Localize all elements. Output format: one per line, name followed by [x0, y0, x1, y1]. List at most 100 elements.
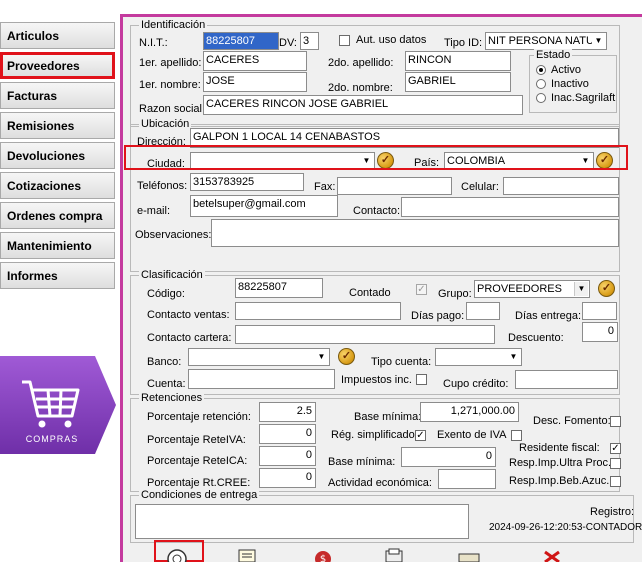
apellido1-label: 1er. apellido:	[139, 57, 202, 69]
menu-mantenimiento[interactable]: Mantenimiento	[0, 232, 115, 259]
resp-beb-azuc-label: Resp.Imp.Beb.Azuc.	[509, 475, 610, 487]
base-minima2-field[interactable]: 0	[401, 447, 496, 467]
estado-sagrilaft-radio[interactable]	[536, 93, 546, 103]
email-field[interactable]: betelsuper@gmail.com	[190, 195, 338, 217]
menu-facturas[interactable]: Facturas	[0, 82, 115, 109]
porcentaje-reteica-field[interactable]: 0	[259, 446, 316, 466]
chevron-down-icon: ▼	[507, 350, 520, 364]
identificacion-title: Identificación	[139, 19, 208, 31]
chevron-down-icon: ▼	[592, 34, 605, 48]
estado-sagrilaft-label: Inac.Sagrilaft	[551, 92, 616, 104]
apellido1-field[interactable]: CACERES	[203, 51, 307, 71]
observaciones-field[interactable]	[211, 219, 619, 247]
descuento-field[interactable]: 0	[582, 322, 618, 342]
grupo-value: PROVEEDORES	[477, 283, 562, 295]
telefonos-field[interactable]: 3153783925	[190, 173, 304, 191]
tipoid-label: Tipo ID:	[444, 37, 483, 49]
print-icon[interactable]	[383, 546, 405, 562]
money-icon[interactable]: $	[312, 546, 334, 562]
porcentaje-cree-field[interactable]: 0	[259, 468, 316, 488]
retenciones-title: Retenciones	[139, 392, 205, 404]
retenciones-group: Retenciones Porcentaje retención: 2.5 Ba…	[130, 392, 621, 492]
fax-field[interactable]	[337, 177, 452, 195]
estado-inactivo-radio[interactable]	[536, 79, 546, 89]
porcentaje-reteiva-label: Porcentaje ReteIVA:	[147, 434, 246, 446]
contacto-label: Contacto:	[353, 205, 401, 217]
menu-cotizaciones[interactable]: Cotizaciones	[0, 172, 115, 199]
menu-informes[interactable]: Informes	[0, 262, 115, 289]
calendar-icon[interactable]	[458, 546, 480, 562]
save-icon[interactable]	[166, 546, 188, 562]
aut-uso-datos-checkbox[interactable]	[339, 35, 350, 46]
compras-module-button[interactable]: COMPRAS	[0, 356, 116, 454]
banco-select[interactable]: ▼	[188, 348, 330, 366]
menu-devoluciones[interactable]: Devoluciones	[0, 142, 115, 169]
condiciones-field[interactable]	[135, 504, 469, 539]
ubicacion-title: Ubicación	[139, 118, 192, 130]
grupo-lookup-icon[interactable]: ✓	[598, 280, 615, 297]
chevron-down-icon: ▼	[574, 282, 588, 296]
celular-label: Celular:	[461, 181, 499, 193]
actividad-economica-field[interactable]	[438, 469, 496, 489]
codigo-field[interactable]: 88225807	[235, 278, 323, 298]
tipo-cuenta-select[interactable]: ▼	[435, 348, 522, 366]
close-icon[interactable]	[541, 546, 563, 562]
cuenta-field[interactable]	[188, 369, 335, 389]
reg-simplificado-checkbox[interactable]: ✓	[415, 430, 426, 441]
desc-fomento-checkbox[interactable]	[610, 416, 621, 427]
exento-iva-label: Exento de IVA	[437, 429, 507, 441]
condiciones-title: Condiciones de entrega	[139, 489, 260, 501]
dias-pago-field[interactable]	[466, 302, 500, 320]
contacto-cartera-label: Contacto cartera:	[147, 332, 232, 344]
compras-label: COMPRAS	[25, 434, 79, 444]
porcentaje-retencion-field[interactable]: 2.5	[259, 402, 316, 422]
estado-inactivo-label: Inactivo	[551, 78, 589, 90]
porcentaje-reteiva-field[interactable]: 0	[259, 424, 316, 444]
contado-label: Contado	[349, 287, 391, 299]
fax-label: Fax:	[314, 181, 336, 193]
contacto-cartera-field[interactable]	[235, 325, 495, 344]
contacto-field[interactable]	[401, 197, 619, 217]
residente-fiscal-checkbox[interactable]: ✓	[610, 443, 621, 454]
document-icon[interactable]	[236, 546, 258, 562]
chevron-down-icon: ▼	[315, 350, 328, 364]
resp-beb-azuc-checkbox[interactable]	[610, 476, 621, 487]
estado-group: Estado Activo Inactivo Inac.Sagrilaft	[529, 49, 617, 113]
celular-field[interactable]	[503, 177, 619, 195]
nombre1-field[interactable]: JOSE	[203, 72, 307, 92]
clasificacion-title: Clasificación	[139, 269, 205, 281]
menu-remisiones[interactable]: Remisiones	[0, 112, 115, 139]
cuenta-label: Cuenta:	[147, 378, 186, 390]
ciudad-pais-highlight	[124, 145, 628, 170]
dias-entrega-field[interactable]	[582, 302, 617, 320]
contado-checkbox[interactable]: ✓	[416, 284, 427, 295]
dv-field[interactable]: 3	[300, 32, 319, 50]
nit-field[interactable]: 88225807	[203, 32, 279, 50]
porcentaje-reteica-label: Porcentaje ReteICA:	[147, 455, 248, 467]
tipoid-value: NIT PERSONA NATU	[488, 35, 594, 47]
resp-ultra-proc-checkbox[interactable]	[610, 458, 621, 469]
dias-pago-label: Días pago:	[411, 310, 465, 322]
contacto-ventas-field[interactable]	[235, 302, 401, 320]
nombre2-field[interactable]: GABRIEL	[405, 72, 511, 92]
cupo-credito-field[interactable]	[515, 370, 618, 389]
desc-fomento-label: Desc. Fomento:	[533, 415, 611, 427]
base-minima2-label: Base mínima:	[328, 456, 396, 468]
apellido2-field[interactable]: RINCON	[405, 51, 511, 71]
menu-ordenes-compra[interactable]: Ordenes compra	[0, 202, 115, 229]
banco-lookup-icon[interactable]: ✓	[338, 348, 355, 365]
razon-social-field[interactable]: CACERES RINCON JOSE GABRIEL	[203, 95, 523, 115]
impuestos-inc-checkbox[interactable]	[416, 374, 427, 385]
impuestos-inc-label: Impuestos inc.	[341, 374, 412, 386]
menu-proveedores[interactable]: Proveedores	[0, 52, 115, 79]
dias-entrega-label: Días entrega:	[515, 310, 582, 322]
grupo-select[interactable]: PROVEEDORES ▼	[474, 280, 590, 298]
condiciones-group: Condiciones de entrega Registro: 2024-09…	[130, 489, 642, 543]
observaciones-label: Observaciones:	[135, 229, 212, 241]
estado-activo-radio[interactable]	[536, 65, 546, 75]
tipoid-select[interactable]: NIT PERSONA NATU ▼	[485, 32, 607, 50]
base-minima-label: Base mínima:	[354, 411, 422, 423]
exento-iva-checkbox[interactable]	[511, 430, 522, 441]
base-minima-field[interactable]: 1,271,000.00	[420, 402, 519, 422]
menu-articulos[interactable]: Articulos	[0, 22, 115, 49]
